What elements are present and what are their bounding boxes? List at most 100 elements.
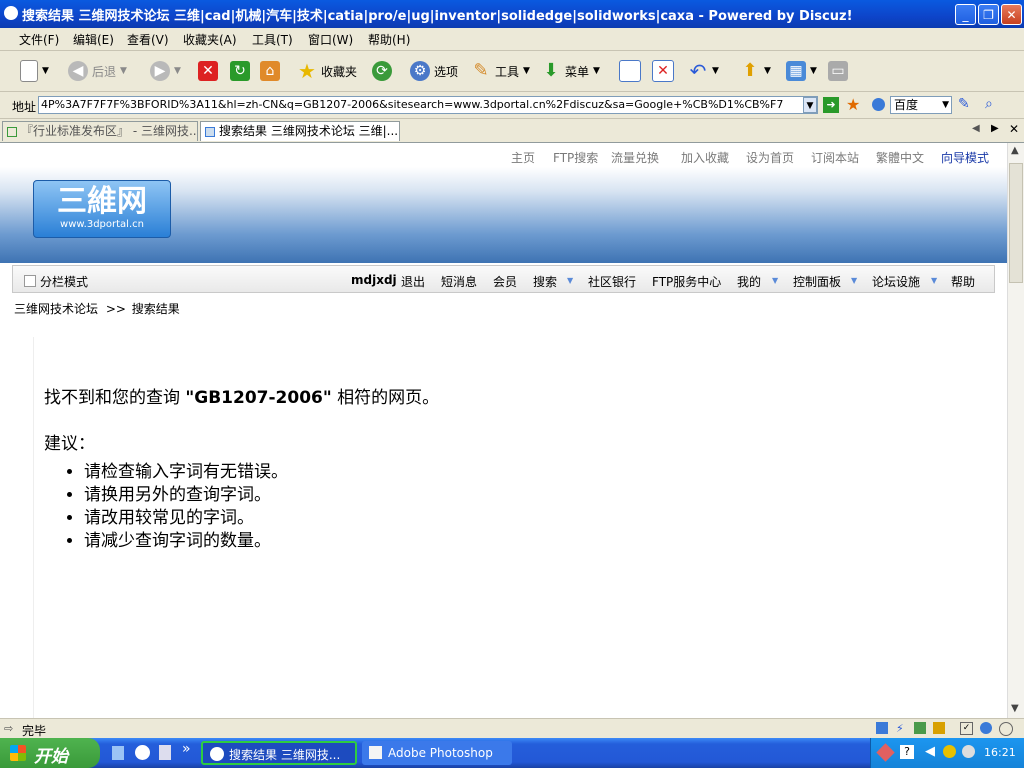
tray-back-icon[interactable]: ◀ [925,744,935,759]
print-button[interactable]: ▭ [828,59,848,83]
task-photoshop[interactable]: Adobe Photoshop [362,741,512,765]
split-mode-label[interactable]: 分栏模式 [40,273,88,290]
nav-control-panel[interactable]: 控制面板 [793,273,841,290]
link-subscribe[interactable]: 订阅本站 [811,149,859,166]
address-input[interactable]: 4P%3A7F7F7F%3BFORID%3A11&hl=zh-CN&q=GB12… [38,96,818,114]
nav-help[interactable]: 帮助 [951,273,975,290]
menu-edit[interactable]: 编辑(E) [73,31,114,48]
network-icon: ▦ [786,61,806,81]
link-traditional-chinese[interactable]: 繁體中文 [876,149,924,166]
tab-scroll-right-icon[interactable]: ▶ [991,123,999,134]
tools-button[interactable]: ✎ 工具 ▼ [471,59,529,83]
menu-file[interactable]: 文件(F) [19,31,59,48]
stop-button[interactable]: ✕ [198,59,218,83]
checkbox-icon: ✓ [960,722,973,735]
quicklaunch-more-icon[interactable]: » [182,741,191,757]
window-titlebar[interactable]: 搜索结果 三维网技术论坛 三维|cad|机械|汽车|技术|catia|pro/e… [0,0,1024,28]
close-window-icon: ✕ [652,60,674,82]
window-layout-button[interactable] [619,59,641,83]
photoshop-icon [369,746,382,759]
page-icon [205,127,215,137]
close-button[interactable]: ✕ [1001,4,1022,25]
link-home[interactable]: 主页 [511,149,535,166]
link-wizard-mode[interactable]: 向导模式 [941,149,989,166]
scroll-down-icon[interactable]: ▼ [1011,703,1019,714]
tray-ime-icon[interactable] [943,745,956,758]
nav-messages[interactable]: 短消息 [441,273,477,290]
scroll-thumb[interactable] [1009,163,1023,283]
nav-bank[interactable]: 社区银行 [588,273,636,290]
address-dropdown-icon[interactable]: ▼ [803,97,817,113]
tray-clock[interactable]: 16:21 [984,746,1016,759]
tab-close-icon[interactable]: ✕ [1009,122,1019,136]
tab-search-results[interactable]: 搜索结果 三维网技术论坛 三维|... [200,121,400,141]
tab-standards[interactable]: 『行业标准发布区』 - 三维网技... [2,121,198,141]
favorite-star-icon[interactable]: ★ [846,95,860,114]
nav-ftp-center[interactable]: FTP服务中心 [652,273,721,290]
start-label: 开始 [34,747,68,767]
window-title: 搜索结果 三维网技术论坛 三维|cad|机械|汽车|技术|catia|pro/e… [22,9,853,24]
restore-button[interactable]: ❐ [978,4,999,25]
address-url: 4P%3A7F7F7F%3BFORID%3A11&hl=zh-CN&q=GB12… [41,98,784,111]
nav-forum-tools[interactable]: 论坛设施 [872,273,920,290]
highlight-icon[interactable]: ✎ [958,96,970,112]
menu-favorites[interactable]: 收藏夹(A) [183,31,237,48]
link-traffic-exchange[interactable]: 流量兑换 [611,149,659,166]
favorites-button[interactable]: ★ 收藏夹 [297,59,357,83]
menu-tools[interactable]: 工具(T) [252,31,293,48]
quicklaunch-browser-icon[interactable] [135,745,150,760]
go-button[interactable]: ➜ [823,97,839,113]
menu-window[interactable]: 窗口(W) [308,31,353,48]
nav-my[interactable]: 我的 [737,273,761,290]
site-logo[interactable]: 三維网 www.3dportal.cn [33,180,171,238]
system-tray: ? ◀ 16:21 [870,738,1024,768]
start-button[interactable]: 开始 [0,738,100,768]
forward-button[interactable]: ▶ ▼ [150,59,181,83]
web-page: 主页 FTP搜索 流量兑换 加入收藏 设为首页 订阅本站 繁體中文 向导模式 三… [0,143,1007,718]
refresh-button[interactable]: ↻ [230,59,250,83]
forward-arrow-icon: ▶ [150,61,170,81]
new-page-button[interactable]: ▼ [20,59,49,83]
network-button[interactable]: ▦ ▼ [786,59,817,83]
logo-title: 三維网 [57,184,147,219]
link-set-homepage[interactable]: 设为首页 [746,149,794,166]
nav-logout[interactable]: 退出 [401,273,425,290]
menu-button[interactable]: ⬇ 菜单 ▼ [541,59,599,83]
nav-username[interactable]: mdjxdj [351,273,397,287]
close-window-button[interactable]: ✕ [652,59,674,83]
list-item: 请检查输入字词有无错误。 [84,461,288,484]
vertical-scrollbar[interactable]: ▲ ▼ [1007,143,1024,718]
options-button[interactable]: ⚙ 选项 [410,59,458,83]
nav-members[interactable]: 会员 [493,273,517,290]
link-ftp-search[interactable]: FTP搜索 [553,149,598,166]
page-icon [7,127,17,137]
search-result-panel: 找不到和您的查询 "GB1207-2006" 相符的网页。 建议： 请检查输入字… [33,337,974,718]
back-arrow-icon: ◀ [68,61,88,81]
breadcrumb-forum[interactable]: 三维网技术论坛 [14,302,98,316]
tray-help-icon[interactable]: ? [900,745,914,759]
scroll-up-icon[interactable]: ▲ [1011,145,1019,156]
plugin-icon [933,722,945,734]
status-bar: ⇨ 完毕 ⚡ ✓ [0,718,1024,739]
quicklaunch-desktop-icon[interactable] [112,746,124,760]
back-button[interactable]: ◀ 后退 ▼ [68,59,127,83]
split-mode-checkbox[interactable] [24,275,36,287]
task-browser[interactable]: 搜索结果 三维网技... [201,741,357,765]
minimize-button[interactable]: _ [955,4,976,25]
tray-network-icon[interactable] [876,743,895,762]
breadcrumb-current: 搜索结果 [131,302,180,316]
tab-scroll-left-icon[interactable]: ◀ [972,123,980,134]
link-add-favorite[interactable]: 加入收藏 [681,149,729,166]
search-icon[interactable]: ⌕ [985,96,993,112]
nav-search[interactable]: 搜索 [533,273,557,290]
quicklaunch-media-icon[interactable] [159,745,171,760]
menu-view[interactable]: 查看(V) [127,31,169,48]
menu-help[interactable]: 帮助(H) [368,31,410,48]
undo-button[interactable]: ↶ ▼ [688,59,719,83]
tray-volume-icon[interactable] [962,745,975,758]
home-button[interactable]: ⌂ [260,59,280,83]
browser-icon [4,6,18,20]
search-engine-select[interactable]: 百度 ▼ [890,96,952,114]
up-button[interactable]: ⬆ ▼ [740,59,770,83]
history-button[interactable]: ⟳ [372,59,392,83]
